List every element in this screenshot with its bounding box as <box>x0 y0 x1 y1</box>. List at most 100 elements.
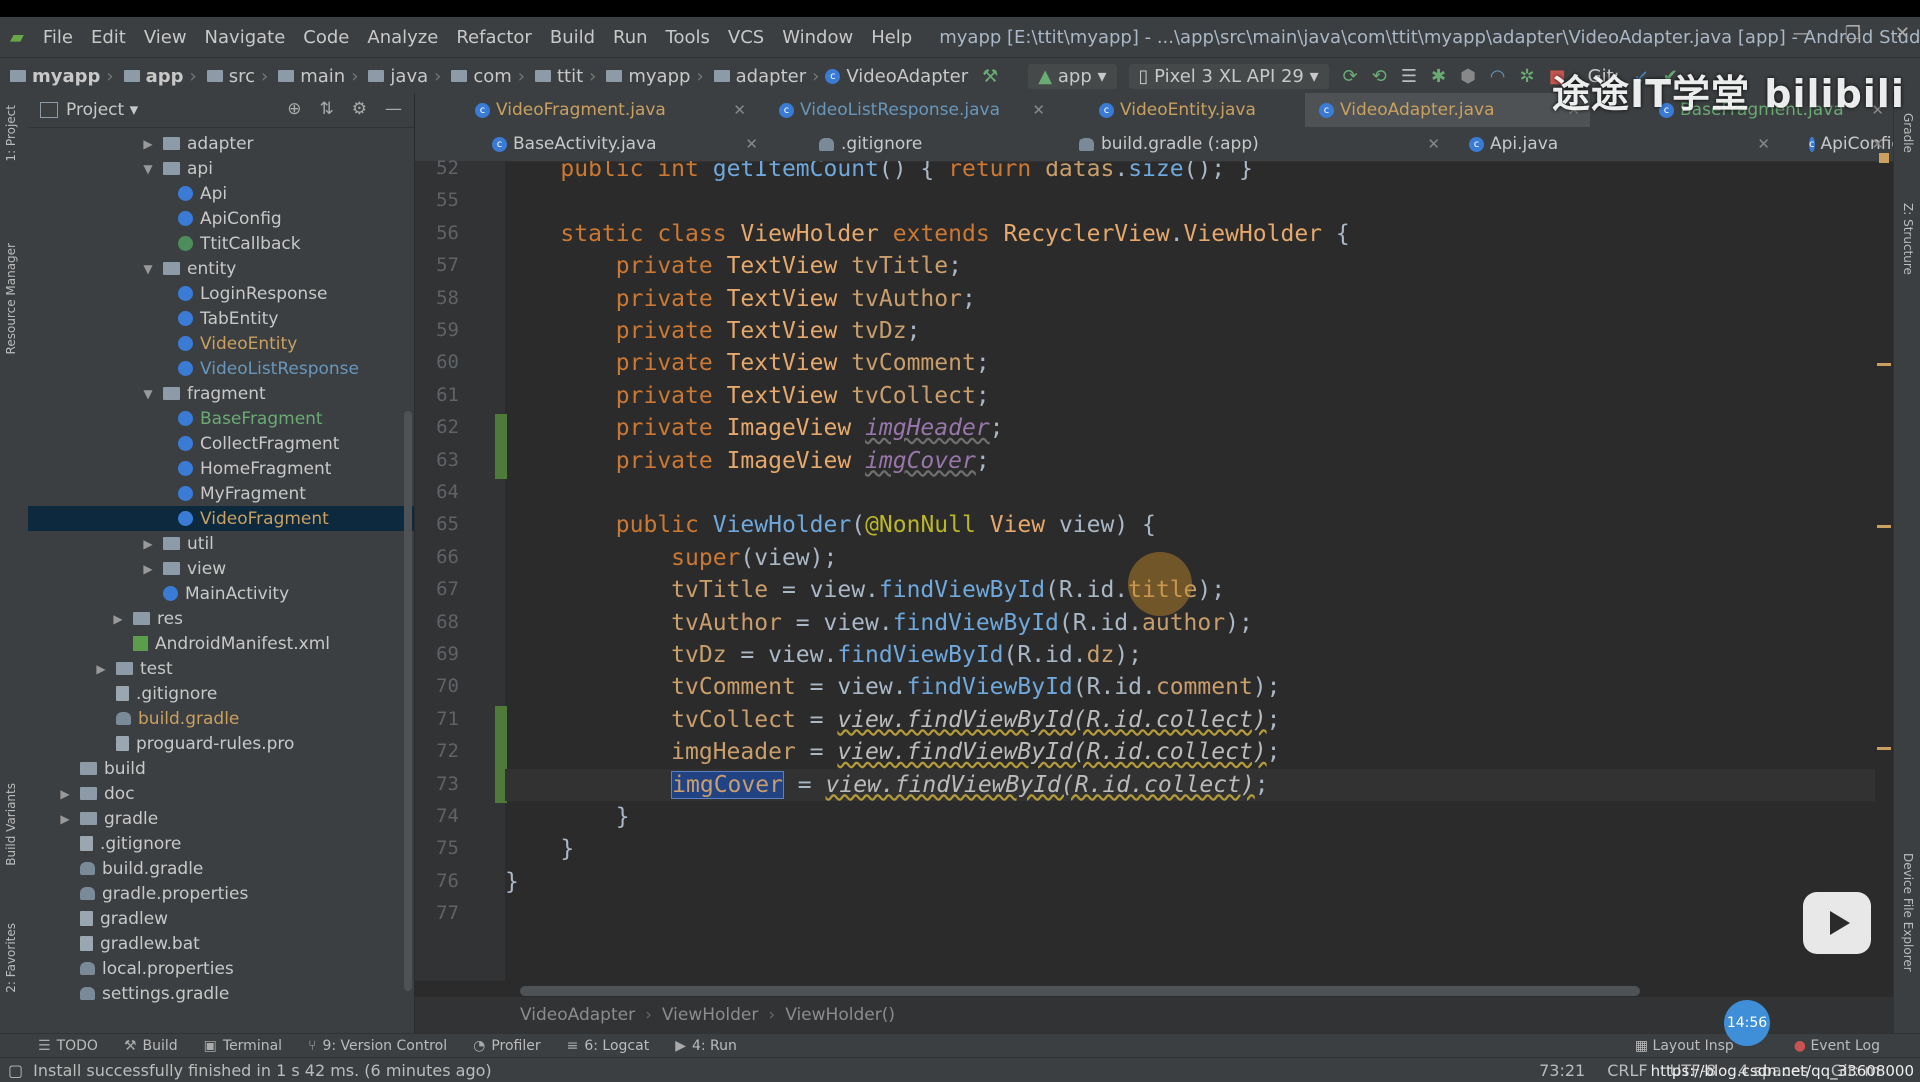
close-tab-icon[interactable]: ✕ <box>745 135 758 153</box>
editor-tab[interactable]: cBaseActivity.java✕ <box>478 127 768 161</box>
code-line[interactable]: imgHeader = view.findViewById(R.id.colle… <box>505 736 1875 768</box>
tree-node[interactable]: build <box>28 756 414 781</box>
tree-node[interactable]: ▼api <box>28 156 414 181</box>
tree-node[interactable]: MainActivity <box>28 581 414 606</box>
tree-node[interactable]: ApiConfig <box>28 206 414 231</box>
code-line[interactable]: private TextView tvCollect; <box>505 380 1875 412</box>
tree-node[interactable]: BaseFragment <box>28 406 414 431</box>
close-tab-icon[interactable]: ✕ <box>1427 135 1440 153</box>
tree-node[interactable]: MyFragment <box>28 481 414 506</box>
attach-debugger-icon[interactable]: ⬢ <box>1460 66 1476 87</box>
tool-window-button[interactable]: ⚒Build <box>124 1038 178 1054</box>
menu-edit[interactable]: Edit <box>82 27 135 48</box>
tree-node[interactable]: VideoEntity <box>28 331 414 356</box>
close-tab-icon[interactable]: ✕ <box>1032 101 1045 119</box>
breadcrumb-item[interactable]: main› <box>274 66 364 87</box>
expanded-arrow-icon[interactable]: ▼ <box>141 387 155 401</box>
code-line[interactable] <box>505 477 1875 509</box>
breadcrumb-item[interactable]: myapp› <box>602 66 709 87</box>
apply-changes-icon[interactable]: ⟲ <box>1372 66 1387 87</box>
editor-horizontal-scrollbar[interactable] <box>520 986 1640 996</box>
tool-window-button[interactable]: ≡6: Logcat <box>567 1038 650 1054</box>
tree-node[interactable]: local.properties <box>28 956 414 981</box>
code-line[interactable] <box>505 185 1875 217</box>
code-line[interactable]: public int getItemCount() { return datas… <box>505 161 1875 185</box>
code-line[interactable]: private ImageView imgCover; <box>505 445 1875 477</box>
tree-node[interactable]: .gitignore <box>28 681 414 706</box>
editor-breadcrumb-item[interactable]: VideoAdapter <box>520 1005 635 1025</box>
tree-node[interactable]: ▶doc <box>28 781 414 806</box>
status-icon[interactable]: ▢ <box>8 1061 23 1080</box>
menu-view[interactable]: View <box>135 27 196 48</box>
code-line[interactable]: private TextView tvDz; <box>505 315 1875 347</box>
menu-help[interactable]: Help <box>862 27 921 48</box>
layout-inspector-button[interactable]: ▦ Layout Insp <box>1635 1038 1734 1054</box>
hammer-icon[interactable]: ⚒ <box>982 66 998 87</box>
menu-vcs[interactable]: VCS <box>719 27 773 48</box>
tree-node[interactable]: VideoFragment <box>28 506 414 531</box>
project-view-select[interactable]: Project ▾ <box>40 100 138 120</box>
tree-node[interactable]: ▶gradle <box>28 806 414 831</box>
profile-icon[interactable]: ◠ <box>1490 66 1506 87</box>
code-line[interactable]: tvComment = view.findViewById(R.id.comme… <box>505 671 1875 703</box>
tree-node[interactable]: gradlew.bat <box>28 931 414 956</box>
code-line[interactable]: private ImageView imgHeader; <box>505 412 1875 444</box>
tree-node[interactable]: gradle.properties <box>28 881 414 906</box>
tree-node[interactable]: HomeFragment <box>28 456 414 481</box>
code-area[interactable]: public int getItemCount() { return datas… <box>505 161 1875 981</box>
editor-breadcrumb-item[interactable]: ViewHolder <box>662 1005 759 1025</box>
line-separator[interactable]: CRLF <box>1607 1061 1647 1080</box>
breadcrumb-item[interactable]: adapter› <box>710 66 826 87</box>
tree-node[interactable]: .gitignore <box>28 831 414 856</box>
tree-node[interactable]: gradlew <box>28 906 414 931</box>
tool-tab-project[interactable]: 1: Project <box>4 105 18 162</box>
collapsed-arrow-icon[interactable]: ▶ <box>58 812 72 826</box>
status-message[interactable]: Install successfully finished in 1 s 42 … <box>33 1061 492 1080</box>
breadcrumb-item[interactable]: myapp› <box>6 66 120 87</box>
menu-refactor[interactable]: Refactor <box>447 27 541 48</box>
code-line[interactable]: static class ViewHolder extends Recycler… <box>505 218 1875 250</box>
collapsed-arrow-icon[interactable]: ▶ <box>111 612 125 626</box>
code-line[interactable]: tvAuthor = view.findViewById(R.id.author… <box>505 607 1875 639</box>
menu-tools[interactable]: Tools <box>657 27 719 48</box>
hide-panel-icon[interactable]: — <box>385 99 402 119</box>
gear-icon[interactable]: ⚙ <box>352 99 367 119</box>
menu-code[interactable]: Code <box>294 27 358 48</box>
restore-icon[interactable]: ❐ <box>1845 23 1861 44</box>
code-line[interactable]: private TextView tvAuthor; <box>505 283 1875 315</box>
tool-window-button[interactable]: ▣Terminal <box>204 1038 282 1054</box>
device-select[interactable]: ▯ Pixel 3 XL API 29 ▾ <box>1129 64 1329 89</box>
collapsed-arrow-icon[interactable]: ▶ <box>94 662 108 676</box>
tree-node[interactable]: settings.gradle <box>28 981 414 1006</box>
tree-node[interactable]: Api <box>28 181 414 206</box>
code-line[interactable]: private TextView tvComment; <box>505 347 1875 379</box>
collapsed-arrow-icon[interactable]: ▶ <box>141 137 155 151</box>
breadcrumb-item[interactable]: src› <box>203 66 274 87</box>
expanded-arrow-icon[interactable]: ▼ <box>141 262 155 276</box>
editor-tab[interactable]: build.gradle (:app)✕ <box>1065 127 1450 161</box>
sync-icon[interactable]: ✲ <box>1520 66 1535 87</box>
run-config-select[interactable]: ▲ app ▾ <box>1028 64 1116 89</box>
warning-marker[interactable] <box>1877 525 1891 528</box>
menu-run[interactable]: Run <box>604 27 657 48</box>
breadcrumb-item[interactable]: com› <box>447 66 531 87</box>
locate-icon[interactable]: ⊕ <box>287 99 301 119</box>
video-play-icon[interactable] <box>1803 892 1871 954</box>
collapsed-arrow-icon[interactable]: ▶ <box>141 537 155 551</box>
tool-window-button[interactable]: ▶4: Run <box>675 1038 737 1054</box>
editor-breadcrumb-item[interactable]: ViewHolder() <box>785 1005 895 1025</box>
tool-tab-build-variants[interactable]: Build Variants <box>4 783 18 866</box>
tree-node[interactable]: build.gradle <box>28 706 414 731</box>
editor-tab[interactable]: cApi.java✕ <box>1455 127 1780 161</box>
code-line[interactable]: imgCover = view.findViewById(R.id.collec… <box>505 769 1875 801</box>
editor-tab[interactable]: cVideoEntity.java✕ <box>1085 93 1340 127</box>
close-tab-icon[interactable]: ✕ <box>733 101 746 119</box>
warning-marker[interactable] <box>1877 747 1891 750</box>
tree-node[interactable]: ▼fragment <box>28 381 414 406</box>
minimize-icon[interactable]: — <box>1793 23 1811 44</box>
run-icon[interactable]: ⟳ <box>1343 66 1358 87</box>
code-line[interactable]: } <box>505 866 1875 898</box>
tree-node[interactable]: ▶adapter <box>28 131 414 156</box>
code-line[interactable]: } <box>505 833 1875 865</box>
menu-file[interactable]: File <box>34 27 82 48</box>
